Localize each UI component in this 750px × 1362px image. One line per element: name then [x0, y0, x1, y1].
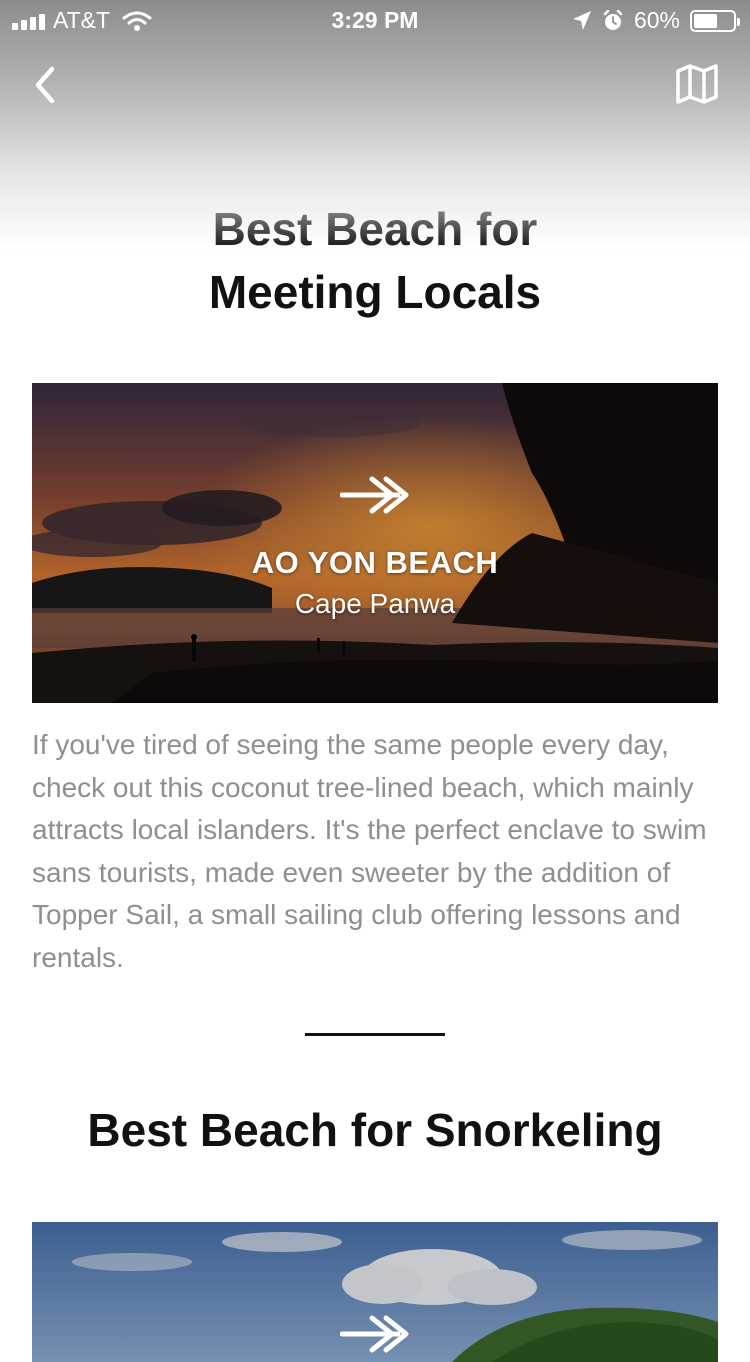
status-right: 60%: [572, 7, 740, 34]
section-title-line: Meeting Locals: [208, 266, 542, 318]
battery-percent: 60%: [633, 7, 680, 33]
status-bar: AT&T 3:29 PM 60%: [0, 0, 750, 40]
beach-card-ao-yon[interactable]: AO YON BEACH Cape Panwa: [32, 383, 718, 703]
section-divider: [305, 1033, 445, 1036]
card-overlay: [32, 383, 718, 703]
double-arrow-right-icon: [340, 476, 409, 514]
beach-name: AO YON BEACH: [251, 545, 499, 580]
section-title: Best Beach for Snorkeling: [87, 1104, 663, 1156]
battery-icon: [690, 9, 740, 32]
chevron-left-icon[interactable]: [28, 63, 62, 107]
alarm-icon: [603, 9, 623, 30]
beach-location: Cape Panwa: [294, 588, 456, 619]
beach-card-snorkeling[interactable]: [32, 1222, 718, 1362]
double-arrow-right-icon: [340, 1315, 409, 1353]
nav-bar: [0, 55, 750, 115]
map-icon[interactable]: [674, 61, 720, 107]
location-arrow-icon: [572, 10, 591, 30]
beach-description: If you've tired of seeing the same peopl…: [32, 729, 707, 973]
